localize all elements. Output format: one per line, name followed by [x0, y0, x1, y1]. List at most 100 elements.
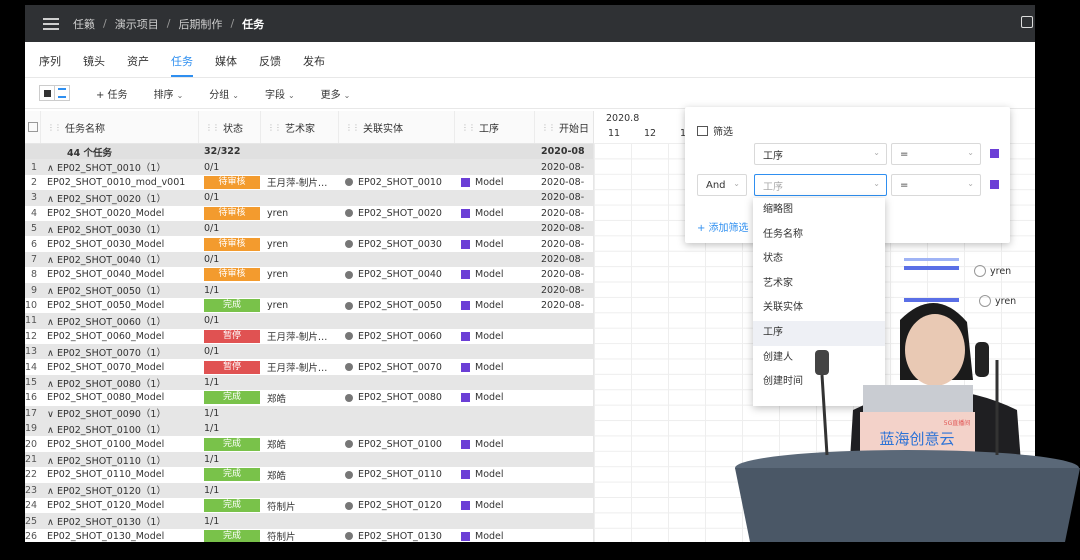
gantt-bar[interactable] — [904, 266, 959, 270]
col-header-status[interactable]: ⋮⋮ 状态 — [199, 111, 261, 143]
table-row[interactable]: 10 EP02_SHOT_0050_Model 完成 yren EP02_SHOT_00… — [25, 298, 593, 313]
breadcrumb-root[interactable]: 任籁 — [73, 16, 95, 32]
entity-cell[interactable]: EP02_SHOT_0080 — [339, 392, 455, 403]
task-name[interactable]: EP02_SHOT_0030_Model — [41, 239, 199, 250]
cart-icon[interactable] — [1021, 16, 1033, 28]
dropdown-option[interactable]: 状态 — [753, 247, 885, 272]
entity-cell[interactable]: EP02_SHOT_0130 — [339, 531, 455, 542]
entity-cell[interactable]: EP02_SHOT_0030 — [339, 239, 455, 250]
status-cell[interactable]: 待审核 — [199, 237, 261, 251]
filter-field-select-2[interactable]: 工序 ⌄ — [754, 174, 887, 196]
artist-name[interactable]: 郑皓 — [261, 468, 339, 482]
filter-value-swatch-2[interactable] — [990, 180, 999, 189]
tab-4[interactable]: 媒体 — [215, 53, 237, 77]
table-row[interactable]: 12 EP02_SHOT_0060_Model 暂停 王月萍-制片… EP02_SHOT… — [25, 329, 593, 344]
more-button[interactable]: 更多 ⌄ — [321, 86, 351, 101]
hamburger-menu-icon[interactable] — [43, 17, 59, 30]
col-header-start[interactable]: ⋮⋮ 开始日 — [535, 111, 591, 143]
group-row[interactable]: 25 ∧ EP02_SHOT_0130（1） 1/1 — [25, 513, 593, 529]
task-name[interactable]: EP02_SHOT_0010_mod_v001 — [41, 177, 199, 188]
filter-field-select-1[interactable]: 工序 ⌄ — [754, 143, 887, 165]
table-row[interactable]: 20 EP02_SHOT_0100_Model 完成 郑皓 EP02_SHOT_0100… — [25, 436, 593, 451]
entity-cell[interactable]: EP02_SHOT_0060 — [339, 331, 455, 342]
process-cell[interactable]: Model — [455, 500, 535, 511]
dropdown-option[interactable]: 任务名称 — [753, 223, 885, 248]
status-cell[interactable]: 完成 — [199, 391, 261, 405]
add-task-button[interactable]: + 任务 — [96, 86, 128, 101]
task-name[interactable]: ∧ EP02_SHOT_0080（1） — [41, 376, 199, 390]
col-header-name[interactable]: ⋮⋮ 任务名称 — [41, 111, 199, 143]
col-header-entity[interactable]: ⋮⋮ 关联实体 — [339, 111, 455, 143]
status-cell[interactable]: 完成 — [199, 299, 261, 313]
task-name[interactable]: EP02_SHOT_0100_Model — [41, 439, 199, 450]
group-row[interactable]: 11 ∧ EP02_SHOT_0060（1） 0/1 — [25, 313, 593, 329]
table-row[interactable]: 22 EP02_SHOT_0110_Model 完成 郑皓 EP02_SHOT_0110… — [25, 467, 593, 482]
tab-3[interactable]: 任务 — [171, 53, 193, 77]
status-cell[interactable]: 完成 — [199, 499, 261, 513]
breadcrumb-project[interactable]: 演示项目 — [115, 16, 159, 32]
table-row[interactable]: 6 EP02_SHOT_0030_Model 待审核 yren EP02_SHOT_00… — [25, 236, 593, 251]
process-cell[interactable]: Model — [455, 269, 535, 280]
artist-name[interactable]: 郑皓 — [261, 437, 339, 451]
group-row[interactable]: 19 ∧ EP02_SHOT_0100（1） 1/1 — [25, 421, 593, 437]
entity-cell[interactable]: EP02_SHOT_0110 — [339, 469, 455, 480]
artist-name[interactable]: 王月萍-制片… — [261, 175, 339, 189]
table-row[interactable]: 4 EP02_SHOT_0020_Model 待审核 yren EP02_SHOT_00… — [25, 206, 593, 221]
task-name[interactable]: EP02_SHOT_0070_Model — [41, 362, 199, 373]
task-name[interactable]: ∧ EP02_SHOT_0130（1） — [41, 514, 199, 528]
process-cell[interactable]: Model — [455, 469, 535, 480]
table-row[interactable]: 26 EP02_SHOT_0130_Model 完成 符制片 EP02_SHOT_013… — [25, 529, 593, 542]
task-name[interactable]: ∨ EP02_SHOT_0090（1） — [41, 406, 199, 420]
filter-operator-select-2[interactable]: = ⌄ — [891, 174, 981, 196]
artist-name[interactable]: 王月萍-制片… — [261, 329, 339, 343]
process-cell[interactable]: Model — [455, 531, 535, 542]
artist-name[interactable]: yren — [261, 208, 339, 219]
table-row[interactable]: 14 EP02_SHOT_0070_Model 暂停 王月萍-制片… EP02_SHOT… — [25, 359, 593, 374]
artist-name[interactable]: 符制片 — [261, 499, 339, 513]
task-name[interactable]: EP02_SHOT_0040_Model — [41, 269, 199, 280]
process-cell[interactable]: Model — [455, 239, 535, 250]
status-cell[interactable]: 待审核 — [199, 268, 261, 282]
status-cell[interactable]: 待审核 — [199, 206, 261, 220]
group-row[interactable]: 13 ∧ EP02_SHOT_0070（1） 0/1 — [25, 344, 593, 360]
artist-name[interactable]: yren — [261, 269, 339, 280]
process-cell[interactable]: Model — [455, 392, 535, 403]
process-cell[interactable]: Model — [455, 177, 535, 188]
task-name[interactable]: ∧ EP02_SHOT_0020（1） — [41, 191, 199, 205]
table-row[interactable]: 16 EP02_SHOT_0080_Model 完成 郑皓 EP02_SHOT_0080… — [25, 390, 593, 405]
task-name[interactable]: ∧ EP02_SHOT_0060（1） — [41, 314, 199, 328]
group-row[interactable]: 3 ∧ EP02_SHOT_0020（1） 0/1 2020-08- — [25, 190, 593, 206]
group-row[interactable]: 9 ∧ EP02_SHOT_0050（1） 1/1 2020-08- — [25, 282, 593, 298]
task-name[interactable]: ∧ EP02_SHOT_0100（1） — [41, 422, 199, 436]
process-cell[interactable]: Model — [455, 331, 535, 342]
task-name[interactable]: EP02_SHOT_0060_Model — [41, 331, 199, 342]
status-cell[interactable]: 暂停 — [199, 329, 261, 343]
list-view-toggle[interactable] — [55, 85, 70, 101]
task-name[interactable]: ∧ EP02_SHOT_0110（1） — [41, 453, 199, 467]
tab-0[interactable]: 序列 — [39, 53, 61, 77]
task-name[interactable]: ∧ EP02_SHOT_0070（1） — [41, 345, 199, 359]
col-header-process[interactable]: ⋮⋮ 工序 — [455, 111, 535, 143]
task-name[interactable]: EP02_SHOT_0110_Model — [41, 469, 199, 480]
filter-value-swatch-1[interactable] — [990, 149, 999, 158]
tab-2[interactable]: 资产 — [127, 53, 149, 77]
tab-5[interactable]: 反馈 — [259, 53, 281, 77]
grid-view-toggle[interactable] — [39, 85, 55, 101]
entity-cell[interactable]: EP02_SHOT_0010 — [339, 177, 455, 188]
select-all-checkbox[interactable] — [25, 111, 41, 143]
task-name[interactable]: ∧ EP02_SHOT_0120（1） — [41, 483, 199, 497]
process-cell[interactable]: Model — [455, 362, 535, 373]
group-row[interactable]: 17 ∨ EP02_SHOT_0090（1） 1/1 — [25, 405, 593, 422]
task-name[interactable]: ∧ EP02_SHOT_0010（1） — [41, 160, 199, 174]
entity-cell[interactable]: EP02_SHOT_0100 — [339, 439, 455, 450]
status-cell[interactable]: 完成 — [199, 529, 261, 542]
group-row[interactable]: 23 ∧ EP02_SHOT_0120（1） 1/1 — [25, 482, 593, 498]
artist-name[interactable]: yren — [261, 239, 339, 250]
table-row[interactable]: 8 EP02_SHOT_0040_Model 待审核 yren EP02_SHOT_00… — [25, 267, 593, 282]
artist-name[interactable]: 符制片 — [261, 529, 339, 542]
task-name[interactable]: EP02_SHOT_0120_Model — [41, 500, 199, 511]
artist-name[interactable]: 王月萍-制片… — [261, 360, 339, 374]
artist-name[interactable]: yren — [261, 300, 339, 311]
gantt-bar[interactable] — [904, 258, 959, 261]
add-filter-button[interactable]: + 添加筛选 — [697, 219, 749, 234]
